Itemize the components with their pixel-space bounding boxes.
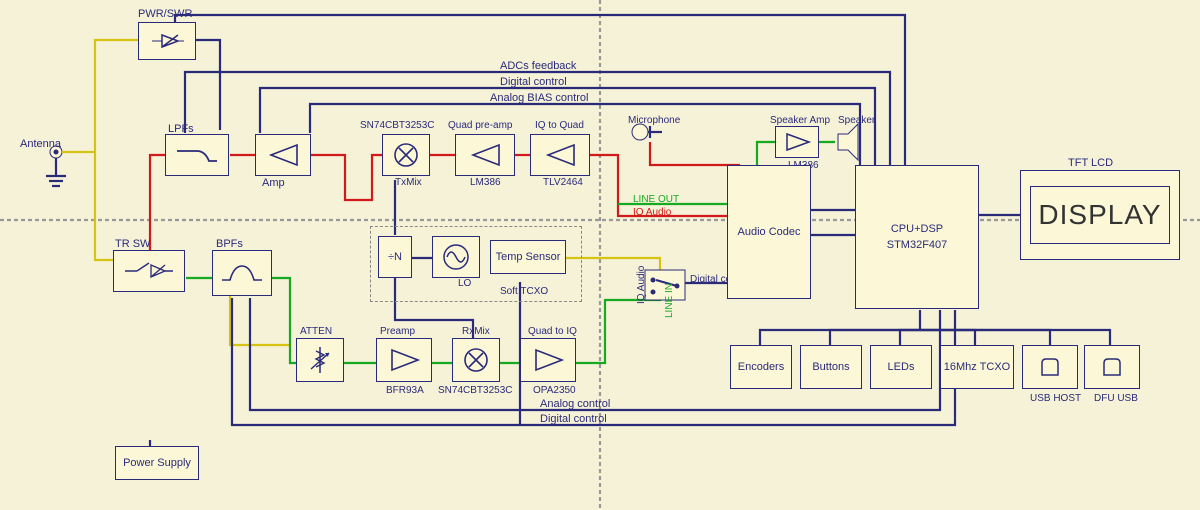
soft-tcxo-region — [370, 226, 582, 302]
tcxo16-text: 16Mhz TCXO — [944, 361, 1010, 373]
label-preamp: Preamp — [380, 326, 415, 337]
label-digital-top: Digital control — [500, 76, 567, 88]
label-dfu-usb: DFU USB — [1094, 393, 1138, 404]
block-amp — [255, 134, 311, 176]
block-preamp — [376, 338, 432, 382]
leds-text: LEDs — [888, 361, 915, 373]
label-microphone: Microphone — [628, 115, 680, 126]
label-pwr-swr: PWR/SWR — [138, 8, 192, 20]
audio-codec-text: Audio Codec — [738, 226, 801, 238]
label-opa2350: OPA2350 — [533, 385, 576, 396]
label-txmix: TxMix — [395, 177, 422, 188]
label-speaker-amp: Speaker Amp — [770, 115, 830, 126]
label-line-out: LINE OUT — [633, 194, 679, 205]
block-16mhz-tcxo: 16Mhz TCXO — [940, 345, 1014, 389]
display-text: DISPLAY — [1038, 199, 1161, 231]
buttons-text: Buttons — [812, 361, 849, 373]
block-usb-host — [1022, 345, 1078, 389]
block-quad-to-iq — [520, 338, 576, 382]
label-bpfs: BPFs — [216, 238, 243, 250]
label-rxmix-chip: SN74CBT3253C — [438, 385, 512, 396]
block-bpfs — [212, 250, 272, 296]
block-buttons: Buttons — [800, 345, 862, 389]
block-leds: LEDs — [870, 345, 932, 389]
encoders-text: Encoders — [738, 361, 784, 373]
cpu-dsp-text: CPU+DSP — [891, 223, 943, 235]
block-display-outer: DISPLAY — [1020, 170, 1180, 260]
block-pwr-swr — [138, 22, 196, 60]
label-line-in: LINE IN — [664, 283, 675, 318]
label-trsw: TR SW — [115, 238, 150, 250]
block-dfu-usb — [1084, 345, 1140, 389]
label-quad-to-iq: Quad to IQ — [528, 326, 577, 337]
label-analog-bias: Analog BIAS control — [490, 92, 588, 104]
label-usb-host: USB HOST — [1030, 393, 1081, 404]
label-tlv2464: TLV2464 — [543, 177, 583, 188]
label-adcs-feedback: ADCs feedback — [500, 60, 576, 72]
block-tr-sw — [113, 250, 185, 292]
label-iq-audio-1: IQ Audio — [633, 207, 671, 218]
block-txmix — [382, 134, 430, 176]
label-speaker: Speaker — [838, 115, 875, 126]
block-encoders: Encoders — [730, 345, 792, 389]
power-supply-text: Power Supply — [123, 457, 191, 469]
label-iq-audio-2: IQ Audio — [636, 266, 647, 304]
block-speaker-amp — [775, 126, 819, 158]
block-power-supply: Power Supply — [115, 446, 199, 480]
block-cpu-dsp: CPU+DSP STM32F407 — [855, 165, 979, 309]
label-txmix-chip: SN74CBT3253C — [360, 120, 434, 131]
label-tft-lcd: TFT LCD — [1068, 157, 1113, 169]
cpu-dsp-sub: STM32F407 — [887, 239, 948, 251]
block-iq-to-quad — [530, 134, 590, 176]
label-digital-bot: Digital control — [540, 413, 607, 425]
label-quad-preamp: Quad pre-amp — [448, 120, 512, 131]
label-lm386-1: LM386 — [470, 177, 501, 188]
label-analog-bot: Analog control — [540, 398, 610, 410]
block-display-inner: DISPLAY — [1030, 186, 1170, 244]
label-rxmix: RxMix — [462, 326, 490, 337]
block-lpfs — [165, 134, 229, 176]
label-atten: ATTEN — [300, 326, 332, 337]
label-bfr93a: BFR93A — [386, 385, 424, 396]
block-rxmix — [452, 338, 500, 382]
block-audio-codec: Audio Codec — [727, 165, 811, 299]
label-amp: Amp — [262, 177, 285, 189]
block-quad-preamp — [455, 134, 515, 176]
block-atten — [296, 338, 344, 382]
label-antenna: Antenna — [20, 138, 61, 150]
label-iq-to-quad: IQ to Quad — [535, 120, 584, 131]
